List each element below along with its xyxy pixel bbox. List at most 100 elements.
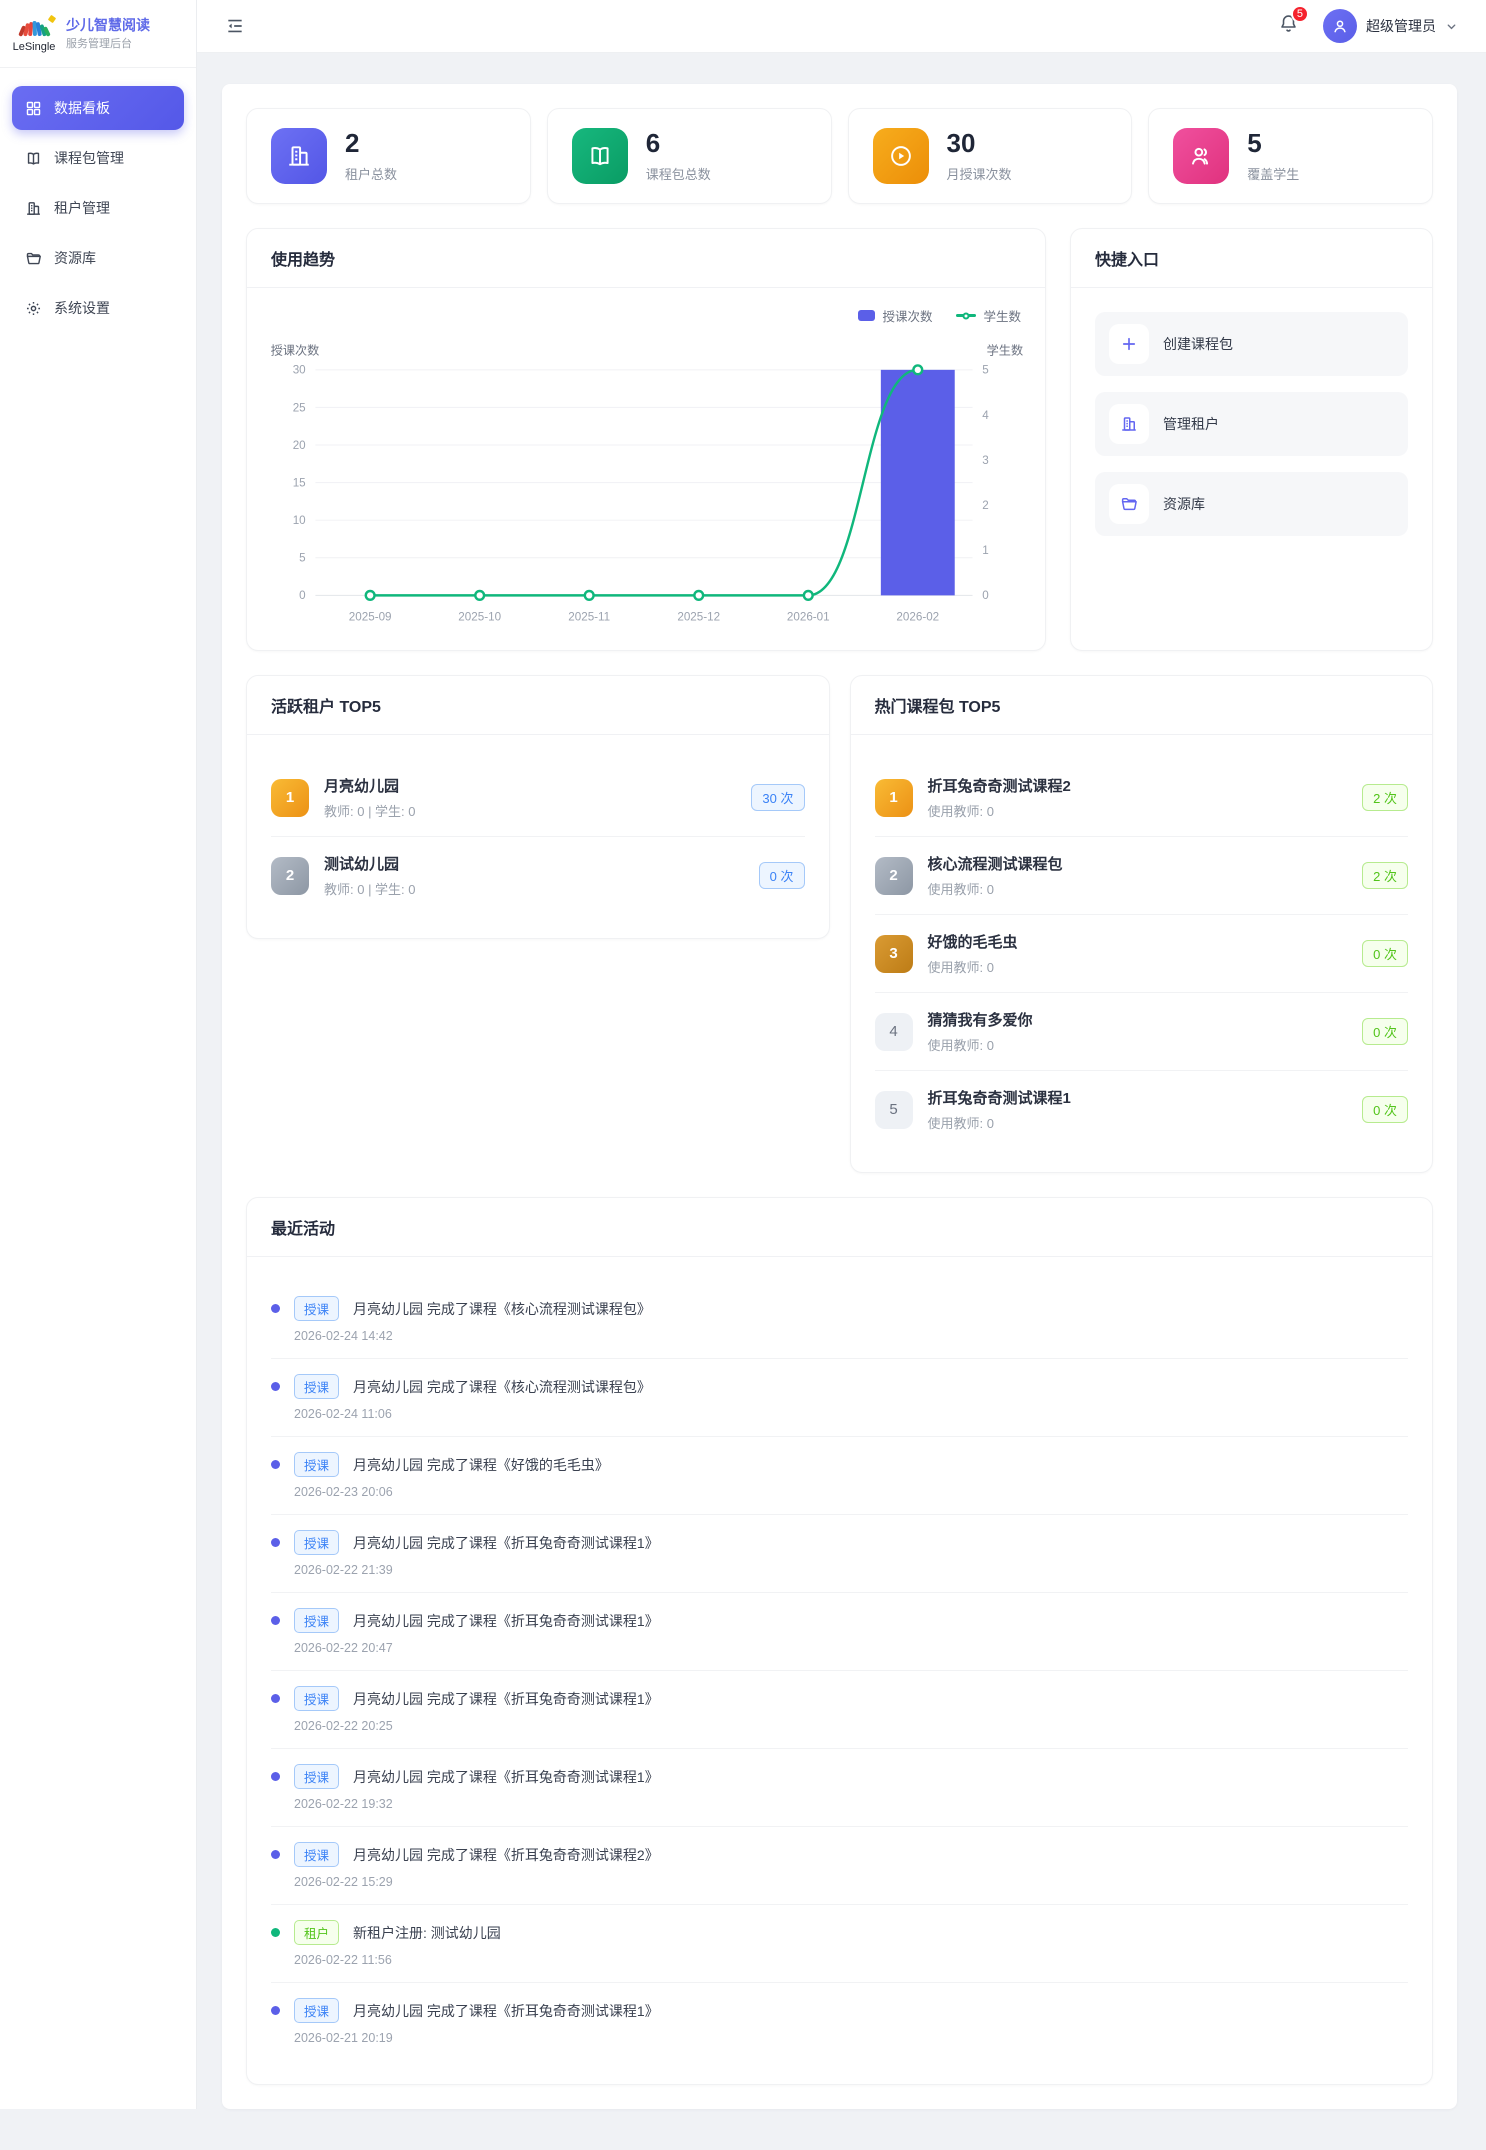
panel-title: 使用趋势 xyxy=(247,229,1045,288)
rank-badge: 2 xyxy=(875,857,913,895)
legend-label: 授课次数 xyxy=(882,306,932,325)
sidebar-item-course-packages[interactable]: 课程包管理 xyxy=(12,136,184,180)
activity-text: 月亮幼儿园 完成了课程《核心流程测试课程包》 xyxy=(353,1377,651,1397)
quick-entry-panel: 快捷入口 创建课程包 管理租户 xyxy=(1070,228,1433,651)
svg-text:3: 3 xyxy=(982,454,988,467)
activity-time: 2026-02-22 21:39 xyxy=(294,1563,1408,1577)
svg-text:5: 5 xyxy=(982,364,988,377)
panel-title: 最近活动 xyxy=(247,1198,1432,1257)
activity-text: 月亮幼儿园 完成了课程《折耳兔奇奇测试课程1》 xyxy=(353,2001,659,2021)
tenant-meta: 教师: 0 | 学生: 0 xyxy=(324,801,416,820)
sidebar-item-dashboard[interactable]: 数据看板 xyxy=(12,86,184,130)
course-row: 3 好饿的毛毛虫 使用教师: 0 0 次 xyxy=(875,914,1409,992)
activity-time: 2026-02-22 19:32 xyxy=(294,1797,1408,1811)
activity-type-badge: 授课 xyxy=(294,1764,339,1789)
user-icon xyxy=(1331,17,1349,35)
activity-item: 授课 月亮幼儿园 完成了课程《折耳兔奇奇测试课程1》 2026-02-22 19… xyxy=(271,1749,1408,1827)
course-meta: 使用教师: 0 xyxy=(928,957,1018,976)
activity-type-badge: 授课 xyxy=(294,1686,339,1711)
folder-icon xyxy=(1109,484,1149,524)
svg-text:2025-09: 2025-09 xyxy=(349,611,392,624)
activity-time: 2026-02-22 20:25 xyxy=(294,1719,1408,1733)
building-icon xyxy=(25,200,42,217)
course-name: 折耳兔奇奇测试课程1 xyxy=(928,1087,1071,1108)
course-name: 折耳兔奇奇测试课程2 xyxy=(928,775,1071,796)
stat-label: 覆盖学生 xyxy=(1247,164,1299,183)
legend-lessons[interactable]: 授课次数 xyxy=(858,306,932,325)
chevron-down-icon xyxy=(1445,20,1458,33)
activity-type-badge: 授课 xyxy=(294,1842,339,1867)
panel-title: 快捷入口 xyxy=(1071,229,1432,288)
quick-item-resources[interactable]: 资源库 xyxy=(1095,472,1408,536)
usage-count-badge: 0 次 xyxy=(1362,1096,1408,1123)
app-title: 少儿智慧阅读 xyxy=(66,16,150,35)
top-header: 5 超级管理员 xyxy=(197,0,1486,53)
stat-card-students: 5 覆盖学生 xyxy=(1148,108,1433,204)
activity-item: 授课 月亮幼儿园 完成了课程《折耳兔奇奇测试课程1》 2026-02-21 20… xyxy=(271,1983,1408,2060)
course-row: 1 折耳兔奇奇测试课程2 使用教师: 0 2 次 xyxy=(875,759,1409,836)
chart-legend: 授课次数 学生数 xyxy=(247,288,1045,325)
activity-item: 授课 月亮幼儿园 完成了课程《核心流程测试课程包》 2026-02-24 14:… xyxy=(271,1281,1408,1359)
svg-text:2026-02: 2026-02 xyxy=(896,611,939,624)
brand: LeSingle 少儿智慧阅读 服务管理后台 xyxy=(0,0,196,68)
legend-label: 学生数 xyxy=(983,306,1021,325)
sidebar-item-tenants[interactable]: 租户管理 xyxy=(12,186,184,230)
book-icon xyxy=(25,150,42,167)
usage-trend-chart: 051015202530012345授课次数学生数2025-092025-102… xyxy=(247,325,1045,650)
svg-text:2025-10: 2025-10 xyxy=(458,611,501,624)
course-row: 5 折耳兔奇奇测试课程1 使用教师: 0 0 次 xyxy=(875,1070,1409,1148)
activity-item: 授课 月亮幼儿园 完成了课程《核心流程测试课程包》 2026-02-24 11:… xyxy=(271,1359,1408,1437)
rank-badge: 4 xyxy=(875,1013,913,1051)
activity-list: 授课 月亮幼儿园 完成了课程《核心流程测试课程包》 2026-02-24 14:… xyxy=(247,1257,1432,2084)
tenant-name: 测试幼儿园 xyxy=(324,853,416,874)
activity-dot xyxy=(271,1460,280,1469)
activity-item: 授课 月亮幼儿园 完成了课程《折耳兔奇奇测试课程2》 2026-02-22 15… xyxy=(271,1827,1408,1905)
course-meta: 使用教师: 0 xyxy=(928,879,1063,898)
svg-text:2025-12: 2025-12 xyxy=(677,611,720,624)
legend-students[interactable]: 学生数 xyxy=(956,306,1021,325)
book-icon xyxy=(572,128,628,184)
sidebar-menu: 数据看板 课程包管理 租户管理 资源库 xyxy=(0,68,196,348)
activity-text: 月亮幼儿园 完成了课程《好饿的毛毛虫》 xyxy=(353,1455,609,1475)
sidebar-collapse-button[interactable] xyxy=(221,12,249,40)
rank-badge: 2 xyxy=(271,857,309,895)
main-content: 2 租户总数 6 课程包总数 30 xyxy=(197,0,1486,2109)
stat-value: 2 xyxy=(345,129,397,159)
course-name: 猜猜我有多爱你 xyxy=(928,1009,1033,1030)
activity-text: 月亮幼儿园 完成了课程《折耳兔奇奇测试课程2》 xyxy=(353,1845,659,1865)
tenant-meta: 教师: 0 | 学生: 0 xyxy=(324,879,416,898)
svg-text:4: 4 xyxy=(982,409,989,422)
people-icon xyxy=(1173,128,1229,184)
activity-dot xyxy=(271,1304,280,1313)
user-menu[interactable]: 超级管理员 xyxy=(1323,9,1458,43)
activity-item: 授课 月亮幼儿园 完成了课程《好饿的毛毛虫》 2026-02-23 20:06 xyxy=(271,1437,1408,1515)
course-meta: 使用教师: 0 xyxy=(928,801,1071,820)
sidebar-item-settings[interactable]: 系统设置 xyxy=(12,286,184,330)
sidebar-item-label: 数据看板 xyxy=(54,98,110,118)
app-subtitle: 服务管理后台 xyxy=(66,35,150,51)
activity-dot xyxy=(271,1694,280,1703)
quick-item-manage-tenants[interactable]: 管理租户 xyxy=(1095,392,1408,456)
stat-card-tenants: 2 租户总数 xyxy=(246,108,531,204)
stat-label: 课程包总数 xyxy=(646,164,711,183)
stat-value: 6 xyxy=(646,129,711,159)
legend-line-swatch xyxy=(956,314,976,317)
quick-item-create-package[interactable]: 创建课程包 xyxy=(1095,312,1408,376)
activity-time: 2026-02-22 11:56 xyxy=(294,1953,1408,1967)
activity-type-badge: 授课 xyxy=(294,1608,339,1633)
sidebar-item-label: 资源库 xyxy=(54,248,96,268)
activity-type-badge: 授课 xyxy=(294,1296,339,1321)
activity-text: 月亮幼儿园 完成了课程《折耳兔奇奇测试课程1》 xyxy=(353,1533,659,1553)
hot-courses-panel: 热门课程包 TOP5 1 折耳兔奇奇测试课程2 使用教师: 0 2 次 2 xyxy=(850,675,1434,1173)
stat-label: 租户总数 xyxy=(345,164,397,183)
plus-icon xyxy=(1109,324,1149,364)
activity-dot xyxy=(271,1850,280,1859)
svg-text:2026-01: 2026-01 xyxy=(787,611,830,624)
stat-value: 30 xyxy=(947,129,1012,159)
svg-text:0: 0 xyxy=(982,589,989,602)
sidebar-item-resources[interactable]: 资源库 xyxy=(12,236,184,280)
sidebar-item-label: 租户管理 xyxy=(54,198,110,218)
activity-item: 租户 新租户注册: 测试幼儿园 2026-02-22 11:56 xyxy=(271,1905,1408,1983)
notification-bell[interactable]: 5 xyxy=(1278,13,1299,39)
svg-text:30: 30 xyxy=(293,364,306,377)
